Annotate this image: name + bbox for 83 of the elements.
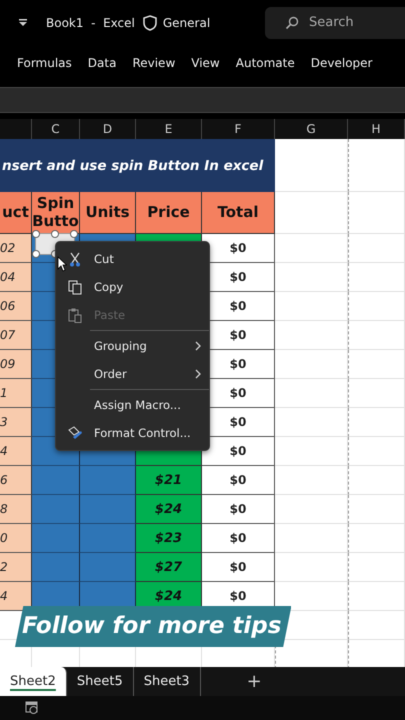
- copy-icon: [68, 280, 82, 294]
- sheet-tab[interactable]: Sheet2: [0, 667, 67, 696]
- table-cell: [80, 466, 136, 495]
- shield-icon: [142, 14, 157, 30]
- column-header[interactable]: F: [234, 122, 242, 136]
- window-title: Book1 - Excel: [46, 16, 135, 30]
- grid-cell: [348, 139, 405, 192]
- grid-cell: [348, 263, 405, 292]
- header-cell: Total: [202, 192, 275, 234]
- table-cell: 6: [0, 466, 32, 495]
- add-sheet-button[interactable]: +: [246, 671, 262, 692]
- table-cell: 06: [0, 292, 32, 321]
- table-cell: $23: [136, 524, 202, 553]
- grid-cell: [348, 611, 405, 640]
- grid-cell: [348, 524, 405, 553]
- grid-cell: [348, 466, 405, 495]
- table-cell: $0: [202, 234, 275, 263]
- sheet-title: nsert and use spin Button In excel: [0, 139, 275, 192]
- table-cell: $0: [202, 437, 275, 466]
- table-cell: 8: [0, 495, 32, 524]
- paste-icon: [68, 308, 82, 322]
- column-header[interactable]: G: [306, 122, 316, 136]
- grid-cell: [348, 640, 405, 669]
- table-cell: $0: [202, 553, 275, 582]
- table-cell: $21: [136, 466, 202, 495]
- column-header[interactable]: C: [51, 122, 60, 136]
- mouse-pointer-icon: [57, 256, 67, 272]
- table-cell: 07: [0, 321, 32, 350]
- table-cell: 3: [0, 408, 32, 437]
- table-cell: $0: [202, 466, 275, 495]
- table-cell: 0: [0, 524, 32, 553]
- table-cell: $24: [136, 495, 202, 524]
- table-cell: [80, 553, 136, 582]
- column-header[interactable]: E: [164, 122, 172, 136]
- caption-banner: Follow for more tips: [15, 606, 292, 647]
- table-cell: 2: [0, 553, 32, 582]
- scissors-icon: [69, 252, 81, 266]
- header-cell: uct: [0, 192, 32, 234]
- customize-icon[interactable]: [18, 18, 28, 26]
- chevron-icon: [195, 369, 201, 379]
- ribbon-tab[interactable]: Developer: [310, 56, 372, 70]
- grid-cell: [348, 192, 405, 234]
- table-cell: [32, 466, 80, 495]
- ribbon-tab[interactable]: View: [191, 56, 220, 70]
- header-cell: Spin Butto: [32, 192, 80, 234]
- grid-cell: [348, 292, 405, 321]
- grid-cell: [348, 408, 405, 437]
- table-cell: 4: [0, 582, 32, 611]
- chevron-icon: [195, 341, 201, 351]
- grid-cell: [348, 379, 405, 408]
- search-icon: [285, 16, 299, 30]
- table-cell: [32, 553, 80, 582]
- table-cell: $0: [202, 524, 275, 553]
- ribbon-tab[interactable]: Data: [88, 56, 116, 70]
- ribbon-tab[interactable]: Formulas: [17, 56, 72, 70]
- table-cell: 02: [0, 234, 32, 263]
- table-cell: [80, 524, 136, 553]
- column-header[interactable]: D: [102, 122, 112, 136]
- table-cell: 4: [0, 437, 32, 466]
- ribbon-tab[interactable]: Automate: [236, 56, 295, 70]
- grid-cell: [348, 437, 405, 466]
- table-cell: [32, 495, 80, 524]
- grid-cell: [348, 553, 405, 582]
- table-cell: $27: [136, 553, 202, 582]
- header-cell: Price: [136, 192, 202, 234]
- table-cell: $0: [202, 495, 275, 524]
- table-cell: 09: [0, 350, 32, 379]
- grid-cell: [348, 321, 405, 350]
- table-cell: [80, 495, 136, 524]
- header-cell: Units: [80, 192, 136, 234]
- table-cell: 04: [0, 263, 32, 292]
- table-cell: 1: [0, 379, 32, 408]
- search-field[interactable]: Search: [265, 6, 405, 38]
- macro-record-icon[interactable]: [25, 701, 39, 715]
- grid-cell: [348, 350, 405, 379]
- ribbon-tab[interactable]: Review: [132, 56, 176, 70]
- grid-cell: [348, 495, 405, 524]
- grid-cell: [348, 234, 405, 263]
- sensitivity-label[interactable]: General: [162, 16, 210, 30]
- column-header[interactable]: H: [371, 122, 381, 136]
- format-icon: [67, 426, 83, 440]
- table-cell: [32, 524, 80, 553]
- grid-cell: [348, 582, 405, 611]
